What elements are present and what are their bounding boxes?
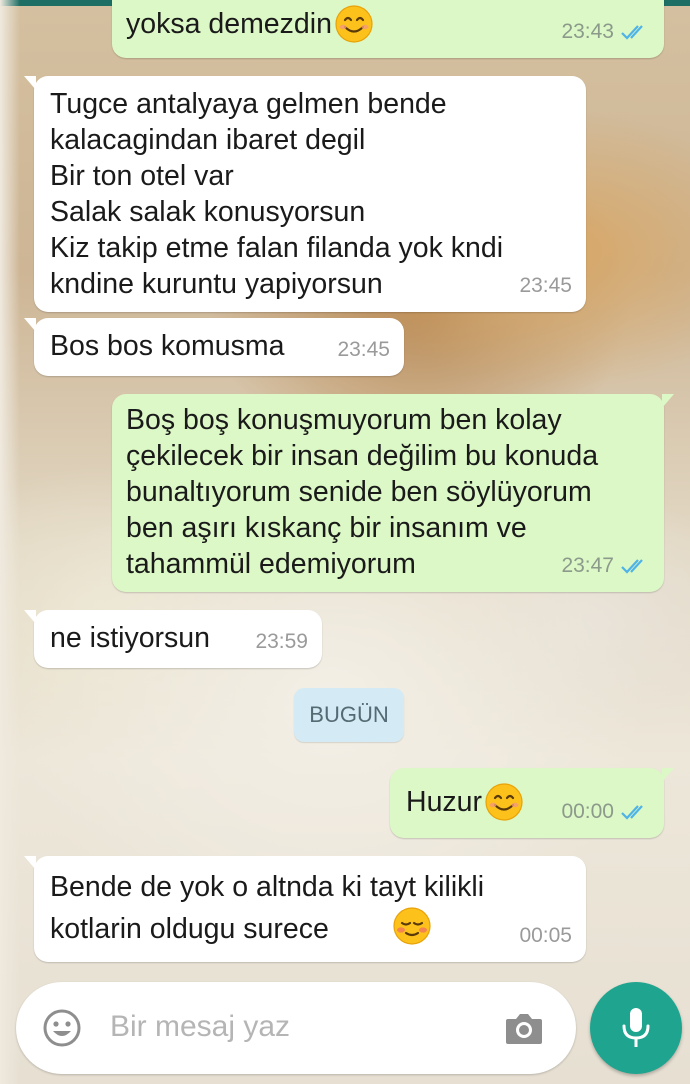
- message-bubble-incoming[interactable]: Bos bos komusma 23:45: [24, 318, 404, 376]
- message-bubble-outgoing[interactable]: Boş boş konuşmuyorum ben kolay çekilecek…: [112, 394, 674, 592]
- microphone-icon: [622, 1008, 650, 1047]
- message-meta: 00:00: [561, 794, 650, 830]
- message-text: ne istiyorsun: [50, 622, 210, 654]
- camera-icon[interactable]: [504, 1010, 544, 1046]
- date-separator-chip: BUGÜN: [294, 688, 404, 742]
- message-time: 00:00: [561, 800, 614, 823]
- microphone-button[interactable]: [590, 982, 682, 1074]
- message-meta: 00:05: [519, 918, 572, 954]
- read-double-check-icon: [621, 805, 643, 820]
- message-meta: 23:59: [255, 624, 308, 660]
- message-time: 23:45: [519, 274, 572, 297]
- message-bubble-outgoing[interactable]: yoksa demezdin 23:43: [112, 0, 664, 58]
- message-text: Bos bos komusma: [50, 330, 285, 362]
- message-meta: 23:47: [561, 548, 650, 584]
- message-meta: 23:45: [519, 268, 572, 304]
- smiling-face-emoji-icon: [485, 783, 523, 821]
- blushing-face-emoji-icon: [393, 907, 431, 945]
- read-double-check-icon: [621, 559, 643, 574]
- message-meta: 23:43: [561, 14, 650, 50]
- message-input[interactable]: Bir mesaj yaz: [110, 1010, 290, 1044]
- message-meta: 23:45: [337, 332, 390, 368]
- message-text: Tugce antalyaya gelmen bende kalacaginda…: [50, 88, 504, 300]
- smiling-face-emoji-icon: [335, 5, 373, 43]
- message-time: 00:05: [519, 924, 572, 947]
- message-time: 23:45: [337, 338, 390, 361]
- message-text: Boş boş konuşmuyorum ben kolay çekilecek…: [126, 404, 599, 580]
- message-text: yoksa demezdin: [126, 8, 332, 40]
- date-separator-label: BUGÜN: [309, 702, 389, 727]
- message-time: 23:43: [561, 20, 614, 43]
- message-bubble-outgoing[interactable]: Huzur 00:00: [390, 768, 674, 838]
- message-time: 23:59: [255, 630, 308, 653]
- message-text-wrapper: yoksa demezdin: [126, 4, 374, 44]
- emoji-smiley-icon[interactable]: [42, 1008, 82, 1048]
- wallpaper-edge: [0, 0, 20, 1084]
- message-time: 23:47: [561, 554, 614, 577]
- read-double-check-icon: [621, 25, 643, 40]
- message-text: Huzur: [406, 786, 483, 818]
- message-composer[interactable]: Bir mesaj yaz: [16, 982, 576, 1074]
- message-bubble-incoming[interactable]: Tugce antalyaya gelmen bende kalacaginda…: [24, 76, 586, 312]
- message-text-wrapper: Huzur: [406, 782, 524, 822]
- message-bubble-incoming[interactable]: Bende de yok o altnda ki tayt kilikli ko…: [24, 856, 586, 962]
- message-bubble-incoming[interactable]: ne istiyorsun 23:59: [24, 610, 322, 668]
